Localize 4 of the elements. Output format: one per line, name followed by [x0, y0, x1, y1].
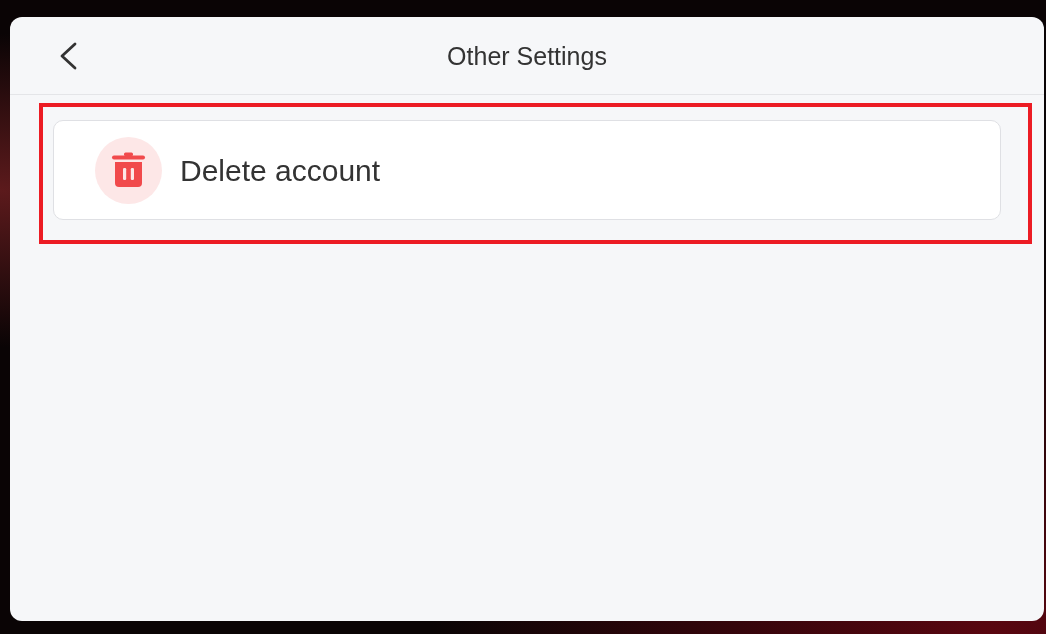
back-icon: [58, 41, 78, 70]
page-title: Other Settings: [447, 40, 607, 71]
trash-icon: [95, 136, 162, 204]
delete-account-row[interactable]: Delete account: [53, 120, 1001, 220]
